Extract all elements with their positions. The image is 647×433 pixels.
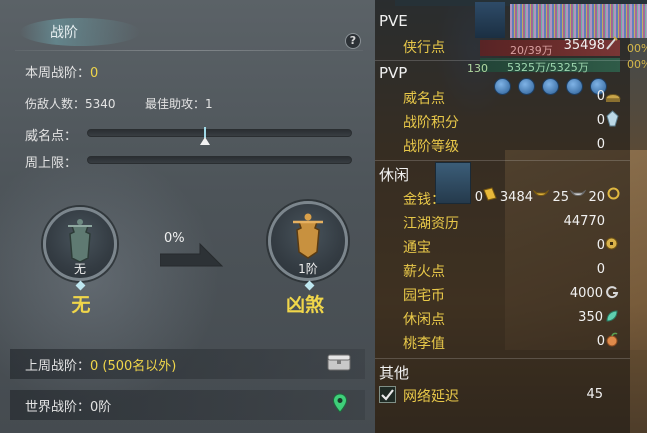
kills-value: 5340 xyxy=(85,97,116,111)
next-rank-badge[interactable]: 1阶 xyxy=(268,201,348,281)
last-week-text: 上周战阶：0 (500名以外) xyxy=(25,355,176,374)
hud-percent-bottom: 00% xyxy=(627,58,647,71)
world-rank-text: 世界战阶：0阶 xyxy=(25,396,111,415)
mp-text: 5325万/5325万 xyxy=(507,61,589,74)
weekly-rank-label: 本周战阶： xyxy=(25,66,91,81)
pvp-row-value: 0 xyxy=(596,113,605,128)
pvp-row-value: 0 xyxy=(596,89,605,104)
current-rank-name: 无 xyxy=(71,294,91,316)
silver-ingot-icon xyxy=(533,189,549,196)
character-avatar[interactable] xyxy=(475,2,505,38)
divider xyxy=(15,50,363,51)
best-assist-label: 最佳助攻： xyxy=(145,97,206,111)
money-label: 金钱： xyxy=(403,192,445,208)
copper-amount: 25 xyxy=(552,190,569,205)
gold-amount: 0 xyxy=(474,190,483,205)
best-assist-row: 最佳助攻：1 xyxy=(145,95,213,112)
pve-header: PVE xyxy=(379,12,408,30)
reputation-label: 威名点： xyxy=(25,129,78,144)
pvp-row-value: 0 xyxy=(596,137,605,152)
leisure-row-value: 0 xyxy=(596,334,605,349)
other-header: 其他 xyxy=(379,364,410,382)
marker-arrow-icon xyxy=(200,137,210,145)
leisure-row-label: 桃李值 xyxy=(403,336,445,352)
leisure-row-label: 通宝 xyxy=(403,240,431,256)
silver-amount: 3484 xyxy=(499,190,533,205)
panel-title: 战阶 xyxy=(50,25,78,41)
divider xyxy=(375,60,630,61)
pvp-row-label: 战阶积分 xyxy=(403,115,459,131)
peach-icon xyxy=(606,332,618,347)
world-rank-value: 0阶 xyxy=(90,400,112,415)
divider xyxy=(375,160,630,161)
leisure-row-label: 江湖资历 xyxy=(403,216,459,232)
pvp-row-label: 威名点 xyxy=(403,91,445,107)
checkmark-icon xyxy=(381,389,394,401)
crystal-icon xyxy=(606,110,619,127)
skill-slot-icon[interactable] xyxy=(518,78,535,95)
helmet-icon xyxy=(605,94,621,102)
ring-coin-icon xyxy=(607,187,620,200)
kills-label: 伤敌人数： xyxy=(25,97,86,111)
leisure-row-label: 薪火点 xyxy=(403,264,445,280)
weekly-cap-track xyxy=(87,156,352,164)
arrow-right-icon xyxy=(160,242,224,267)
leisure-header: 休闲 xyxy=(379,166,410,184)
leisure-row-value: 0 xyxy=(596,238,605,253)
leisure-row-value: 44770 xyxy=(563,214,605,229)
kills-row: 伤敌人数：5340 xyxy=(25,95,116,112)
title-swoosh-decoration xyxy=(20,18,140,46)
pvp-row-label: 战阶等级 xyxy=(403,139,459,155)
coin-icon xyxy=(605,237,618,250)
next-rank-badge-label: 1阶 xyxy=(298,262,318,276)
bound-money-amount: 20 xyxy=(588,190,605,205)
pve-row-label: 侠行点 xyxy=(403,40,445,56)
pve-row-value: 35498 xyxy=(563,38,605,53)
pvp-header: PVP xyxy=(379,64,408,82)
last-week-value: 0 (500名以外) xyxy=(90,359,177,374)
gem-icon xyxy=(304,280,315,291)
divider xyxy=(375,358,630,359)
next-rank-name: 凶煞 xyxy=(285,294,324,316)
world-rank-label: 世界战阶： xyxy=(25,400,91,415)
weekly-cap-label: 周上限： xyxy=(25,156,78,171)
gem-icon xyxy=(75,280,86,291)
buff-bar-strip xyxy=(510,4,647,38)
latency-checkbox[interactable] xyxy=(379,386,396,403)
skill-slot-icon[interactable] xyxy=(494,78,511,95)
rank-panel: 战阶 ? 本周战阶：0 伤敌人数：5340 最佳助攻：1 威名点： 周上限： 无… xyxy=(0,0,375,433)
leisure-row-value: 350 xyxy=(578,310,603,325)
leisure-row-label: 园宅币 xyxy=(403,288,445,304)
help-icon[interactable]: ? xyxy=(345,33,361,49)
stats-panel: 20/39万 5325万/5325万 130 00% 00% PVE 侠行点 3… xyxy=(375,0,647,433)
sword-icon xyxy=(606,36,618,50)
best-assist-value: 1 xyxy=(205,97,213,111)
current-rank-badge[interactable]: 无 xyxy=(43,207,117,281)
chest-icon[interactable] xyxy=(327,354,351,371)
leisure-row-value: 0 xyxy=(596,262,605,277)
weekly-rank-row: 本周战阶：0 xyxy=(25,62,98,81)
reputation-marker[interactable] xyxy=(199,127,211,149)
reputation-track xyxy=(87,129,352,137)
weekly-rank-value: 0 xyxy=(90,66,99,81)
g-coin-icon xyxy=(606,286,619,299)
latency-label: 网络延迟 xyxy=(403,389,459,405)
panel-title-bar: 战阶 ? xyxy=(0,10,375,50)
map-pin-icon[interactable] xyxy=(332,393,348,413)
leisure-row-value: 4000 xyxy=(569,286,603,301)
level-text: 130 xyxy=(467,62,488,75)
hud-percent-top: 00% xyxy=(627,42,647,55)
leaf-icon xyxy=(606,310,618,322)
current-rank-badge-label: 无 xyxy=(73,262,86,276)
last-week-label: 上周战阶： xyxy=(25,359,91,374)
latency-value: 45 xyxy=(586,387,603,402)
leisure-row-label: 休闲点 xyxy=(403,312,445,328)
